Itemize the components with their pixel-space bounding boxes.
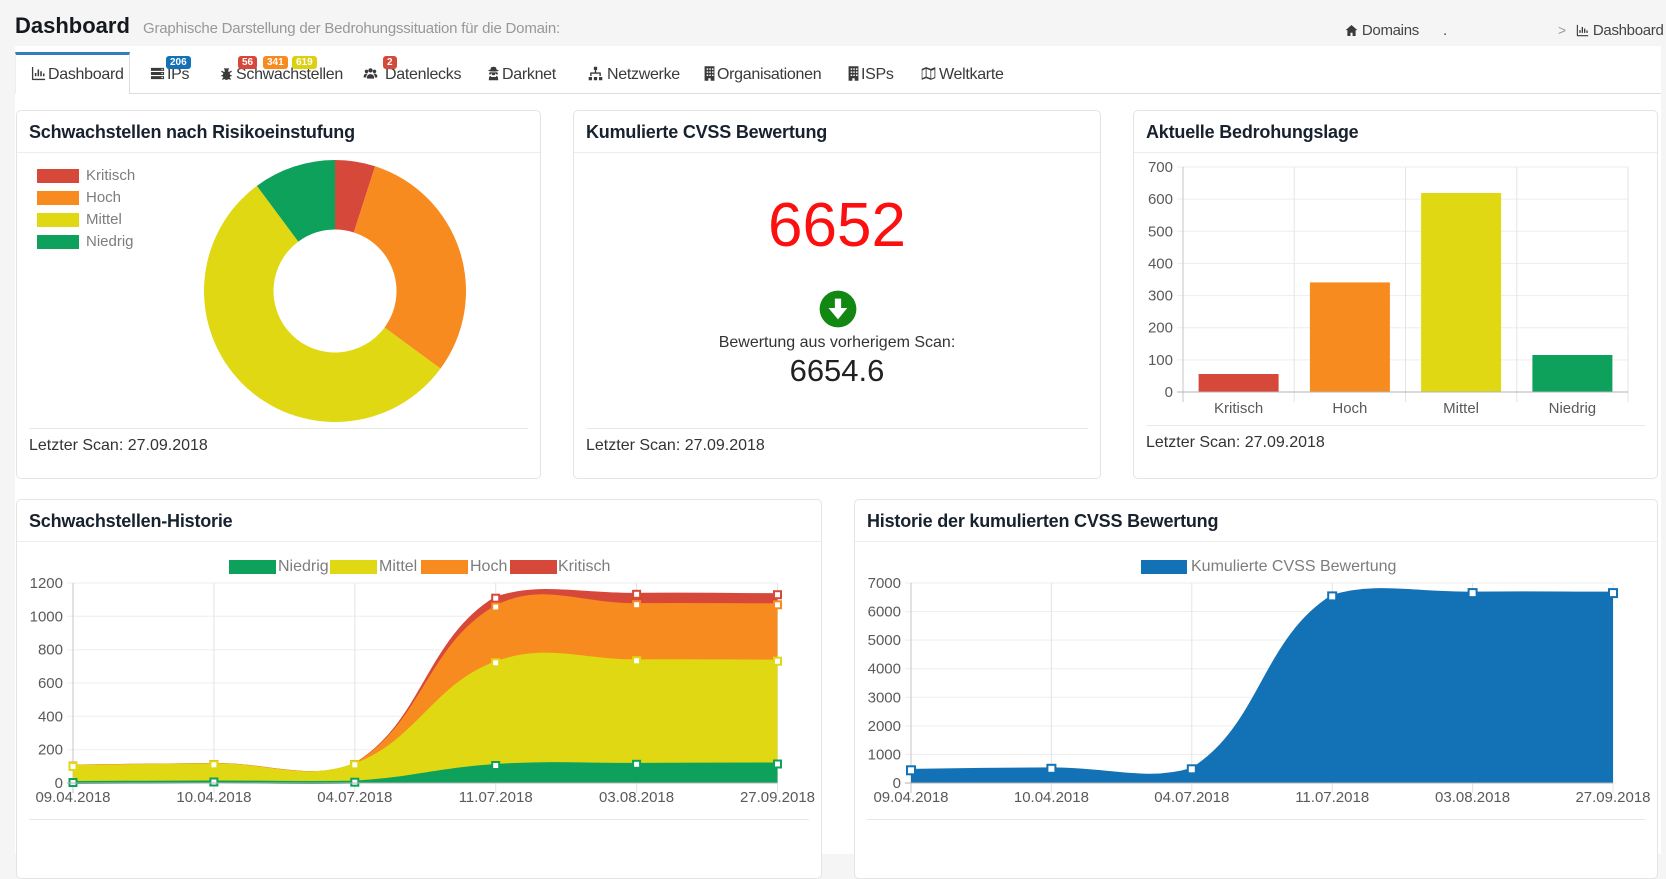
svg-text:27.09.2018: 27.09.2018	[740, 789, 815, 806]
svg-text:400: 400	[1148, 255, 1173, 272]
svg-text:300: 300	[1148, 288, 1173, 305]
svg-text:4000: 4000	[868, 661, 901, 678]
svg-text:09.04.2018: 09.04.2018	[35, 789, 110, 806]
svg-text:600: 600	[38, 675, 63, 692]
svg-text:800: 800	[38, 642, 63, 659]
svg-text:03.08.2018: 03.08.2018	[1435, 789, 1510, 806]
svg-text:10.04.2018: 10.04.2018	[176, 789, 251, 806]
svg-text:6000: 6000	[868, 604, 901, 621]
svg-text:2000: 2000	[868, 718, 901, 735]
svg-text:700: 700	[1148, 159, 1173, 176]
svg-text:3000: 3000	[868, 689, 901, 706]
svg-text:1000: 1000	[30, 608, 63, 625]
svg-text:100: 100	[1148, 352, 1173, 369]
svg-text:Mittel: Mittel	[1443, 400, 1479, 417]
svg-text:27.09.2018: 27.09.2018	[1575, 789, 1650, 806]
svg-text:Hoch: Hoch	[1332, 400, 1367, 417]
svg-text:11.07.2018: 11.07.2018	[459, 789, 533, 806]
svg-text:200: 200	[1148, 320, 1173, 337]
svg-text:500: 500	[1148, 223, 1173, 240]
svg-text:600: 600	[1148, 191, 1173, 208]
svg-text:10.04.2018: 10.04.2018	[1014, 789, 1089, 806]
svg-text:7000: 7000	[868, 575, 901, 592]
svg-text:11.07.2018: 11.07.2018	[1295, 789, 1369, 806]
svg-text:Niedrig: Niedrig	[1549, 400, 1597, 417]
svg-text:1000: 1000	[868, 746, 901, 763]
svg-text:0: 0	[1165, 384, 1173, 401]
svg-text:09.04.2018: 09.04.2018	[873, 789, 948, 806]
svg-text:Kritisch: Kritisch	[1214, 400, 1263, 417]
svg-text:200: 200	[38, 742, 63, 759]
svg-text:1200: 1200	[30, 575, 63, 592]
svg-text:03.08.2018: 03.08.2018	[599, 789, 674, 806]
svg-text:04.07.2018: 04.07.2018	[1154, 789, 1229, 806]
svg-text:04.07.2018: 04.07.2018	[317, 789, 392, 806]
svg-text:5000: 5000	[868, 632, 901, 649]
svg-text:400: 400	[38, 708, 63, 725]
